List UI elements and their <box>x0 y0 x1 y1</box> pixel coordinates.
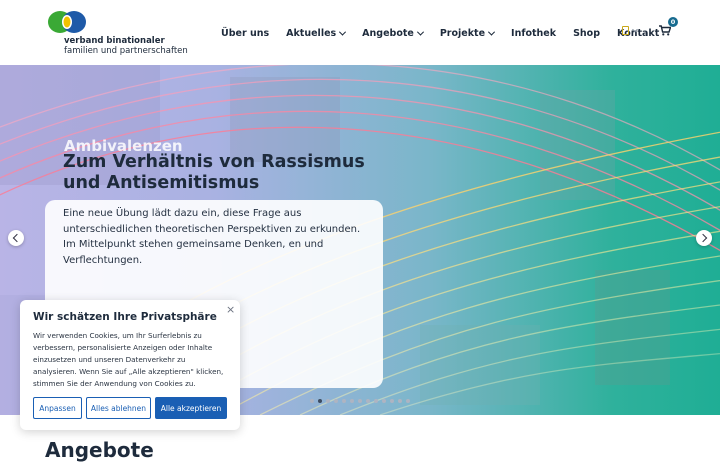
slider-dot[interactable] <box>334 399 338 403</box>
slider-dot[interactable] <box>398 399 402 403</box>
nav-item-infothek[interactable]: Infothek <box>511 28 556 39</box>
nav-label: Projekte <box>439 27 486 39</box>
cookie-banner-title: Wir schätzen Ihre Privatsphäre <box>33 311 217 323</box>
nav-item-angebote[interactable]: Angebote <box>362 27 424 39</box>
slider-dot[interactable] <box>366 399 370 403</box>
nav-label: Über uns <box>221 27 270 39</box>
logo-text-line1: verband binationaler <box>64 36 165 46</box>
slider-dot[interactable] <box>382 399 386 403</box>
logo-mark-icon <box>48 11 86 33</box>
slider-dot[interactable] <box>374 399 378 403</box>
chevron-down-icon <box>632 26 638 32</box>
language-switcher[interactable] <box>622 26 638 35</box>
chevron-down-icon <box>339 28 347 36</box>
slide-title[interactable]: Zum Verhältnis von Rassismus und Antisem… <box>63 152 373 194</box>
site-header: verband binationaler familien und partne… <box>0 0 720 65</box>
nav-item-aktuelles[interactable]: Aktuelles <box>286 27 347 39</box>
nav-item-shop[interactable]: Shop <box>573 28 600 39</box>
nav-label: Aktuelles <box>286 27 337 39</box>
slider-prev-button[interactable] <box>8 230 24 246</box>
slider-dot[interactable] <box>342 399 346 403</box>
slider-dot[interactable] <box>318 399 322 403</box>
slider-dot[interactable] <box>406 399 410 403</box>
language-flag-icon <box>622 26 629 35</box>
slider-pagination <box>310 399 414 403</box>
cart-icon[interactable] <box>659 25 671 36</box>
cart-count-badge: 0 <box>668 17 678 27</box>
section-title-angebote: Angebote <box>45 438 154 462</box>
cookie-customize-button[interactable]: Anpassen <box>33 397 82 419</box>
nav-label: Angebote <box>362 27 414 39</box>
slider-next-button[interactable] <box>696 230 712 246</box>
nav-label: Infothek <box>511 27 557 39</box>
cookie-reject-button[interactable]: Alles ablehnen <box>86 397 151 419</box>
chevron-down-icon <box>487 28 496 36</box>
chevron-down-icon <box>416 28 424 36</box>
slider-dot[interactable] <box>310 399 314 403</box>
cookie-accept-button[interactable]: Alle akzeptieren <box>155 397 227 419</box>
nav-item-ueber-uns[interactable]: Über uns <box>221 28 269 39</box>
slider-dot[interactable] <box>326 399 330 403</box>
slider-dot[interactable] <box>390 399 394 403</box>
close-icon[interactable]: × <box>226 303 235 316</box>
logo-text-line2: familien und partnerschaften <box>64 46 188 56</box>
site-logo[interactable]: verband binationaler familien und partne… <box>44 9 188 59</box>
nav-item-projekte[interactable]: Projekte <box>439 27 496 39</box>
slider-dot[interactable] <box>350 399 354 403</box>
main-nav: Über uns Aktuelles Angebote Projekte Inf… <box>221 26 676 40</box>
slide-description: Eine neue Übung lädt dazu ein, diese Fra… <box>63 208 361 266</box>
cookie-banner-text: Wir verwenden Cookies, um Ihr Surferlebn… <box>33 331 224 388</box>
nav-label: Shop <box>573 27 600 39</box>
slider-dot[interactable] <box>358 399 362 403</box>
